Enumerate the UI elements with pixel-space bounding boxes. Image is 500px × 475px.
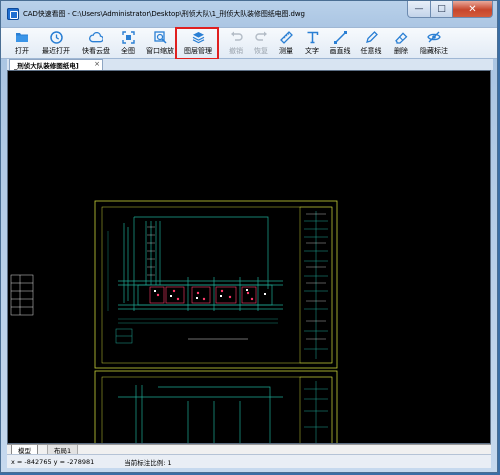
main-toolbar: 打开 最近打开 快看云盘 全图 窗口缩放 图层管理 撤销 恢复 测量 文字 画直… [1, 27, 497, 59]
recent-label: 最近打开 [42, 47, 70, 55]
app-window: CAD快速看图 - C:\Users\Administrator\Desktop… [0, 0, 498, 473]
freehand-button[interactable]: 任意线 [358, 28, 384, 59]
open-label: 打开 [15, 47, 29, 55]
undo-button[interactable]: 撤销 [225, 28, 247, 59]
zoom-window-label: 窗口缩放 [146, 47, 174, 55]
measure-button[interactable]: 测量 [275, 28, 297, 59]
freehand-label: 任意线 [360, 47, 382, 55]
hide-annotations-button[interactable]: 隐藏标注 [416, 28, 452, 59]
document-tab-label: _刑侦大队装修图纸电] [14, 62, 79, 70]
pencil-icon [364, 30, 378, 44]
redo-button[interactable]: 恢复 [250, 28, 272, 59]
app-logo-icon [7, 8, 19, 20]
delete-button[interactable]: 删除 [390, 28, 412, 59]
cloud-drive-button[interactable]: 快看云盘 [79, 28, 113, 59]
maximize-button[interactable]: □ [431, 1, 453, 18]
drawing-canvas[interactable] [7, 70, 491, 444]
annotation-scale: 当前标注比例: 1 [124, 458, 172, 467]
cloud-icon [89, 30, 103, 44]
cloud-drive-label: 快看云盘 [82, 47, 110, 55]
document-tab[interactable]: _刑侦大队装修图纸电] × [9, 59, 103, 70]
document-tabstrip: _刑侦大队装修图纸电] × [7, 59, 493, 70]
open-button[interactable]: 打开 [7, 28, 37, 59]
cursor-coordinates: x = -842765 y = -278981 [11, 457, 95, 466]
eye-off-icon [427, 30, 441, 44]
window-controls: — □ ✕ [407, 1, 493, 19]
zoom-window-icon [153, 30, 167, 44]
redo-label: 恢复 [254, 47, 268, 55]
clock-icon [49, 30, 63, 44]
draw-line-button[interactable]: 画直线 [327, 28, 353, 59]
close-tab-icon[interactable]: × [94, 60, 100, 68]
undo-label: 撤销 [229, 47, 243, 55]
eraser-icon [394, 30, 408, 44]
text-label: 文字 [305, 47, 319, 55]
folder-icon [15, 30, 29, 44]
redo-icon [254, 30, 268, 44]
delete-label: 删除 [394, 47, 408, 55]
window-title: CAD快速看图 - C:\Users\Administrator\Desktop… [23, 10, 305, 18]
text-icon [305, 30, 319, 44]
undo-icon [229, 30, 243, 44]
text-button[interactable]: 文字 [301, 28, 323, 59]
measure-label: 测量 [279, 47, 293, 55]
zoom-window-button[interactable]: 窗口缩放 [143, 28, 177, 59]
minimize-button[interactable]: — [407, 1, 431, 18]
hide-annotations-label: 隐藏标注 [420, 47, 448, 55]
line-icon [333, 30, 347, 44]
layer-manager-highlight [175, 27, 219, 60]
close-button[interactable]: ✕ [453, 1, 493, 18]
cad-drawing [10, 200, 338, 443]
fit-extent-label: 全图 [121, 47, 135, 55]
status-bar: x = -842765 y = -278981 当前标注比例: 1 [7, 454, 491, 468]
title-bar[interactable]: CAD快速看图 - C:\Users\Administrator\Desktop… [1, 1, 497, 27]
fit-extent-button[interactable]: 全图 [116, 28, 140, 59]
recent-button[interactable]: 最近打开 [39, 28, 73, 59]
fit-extent-icon [121, 30, 135, 44]
draw-line-label: 画直线 [329, 47, 351, 55]
measure-icon [279, 30, 293, 44]
